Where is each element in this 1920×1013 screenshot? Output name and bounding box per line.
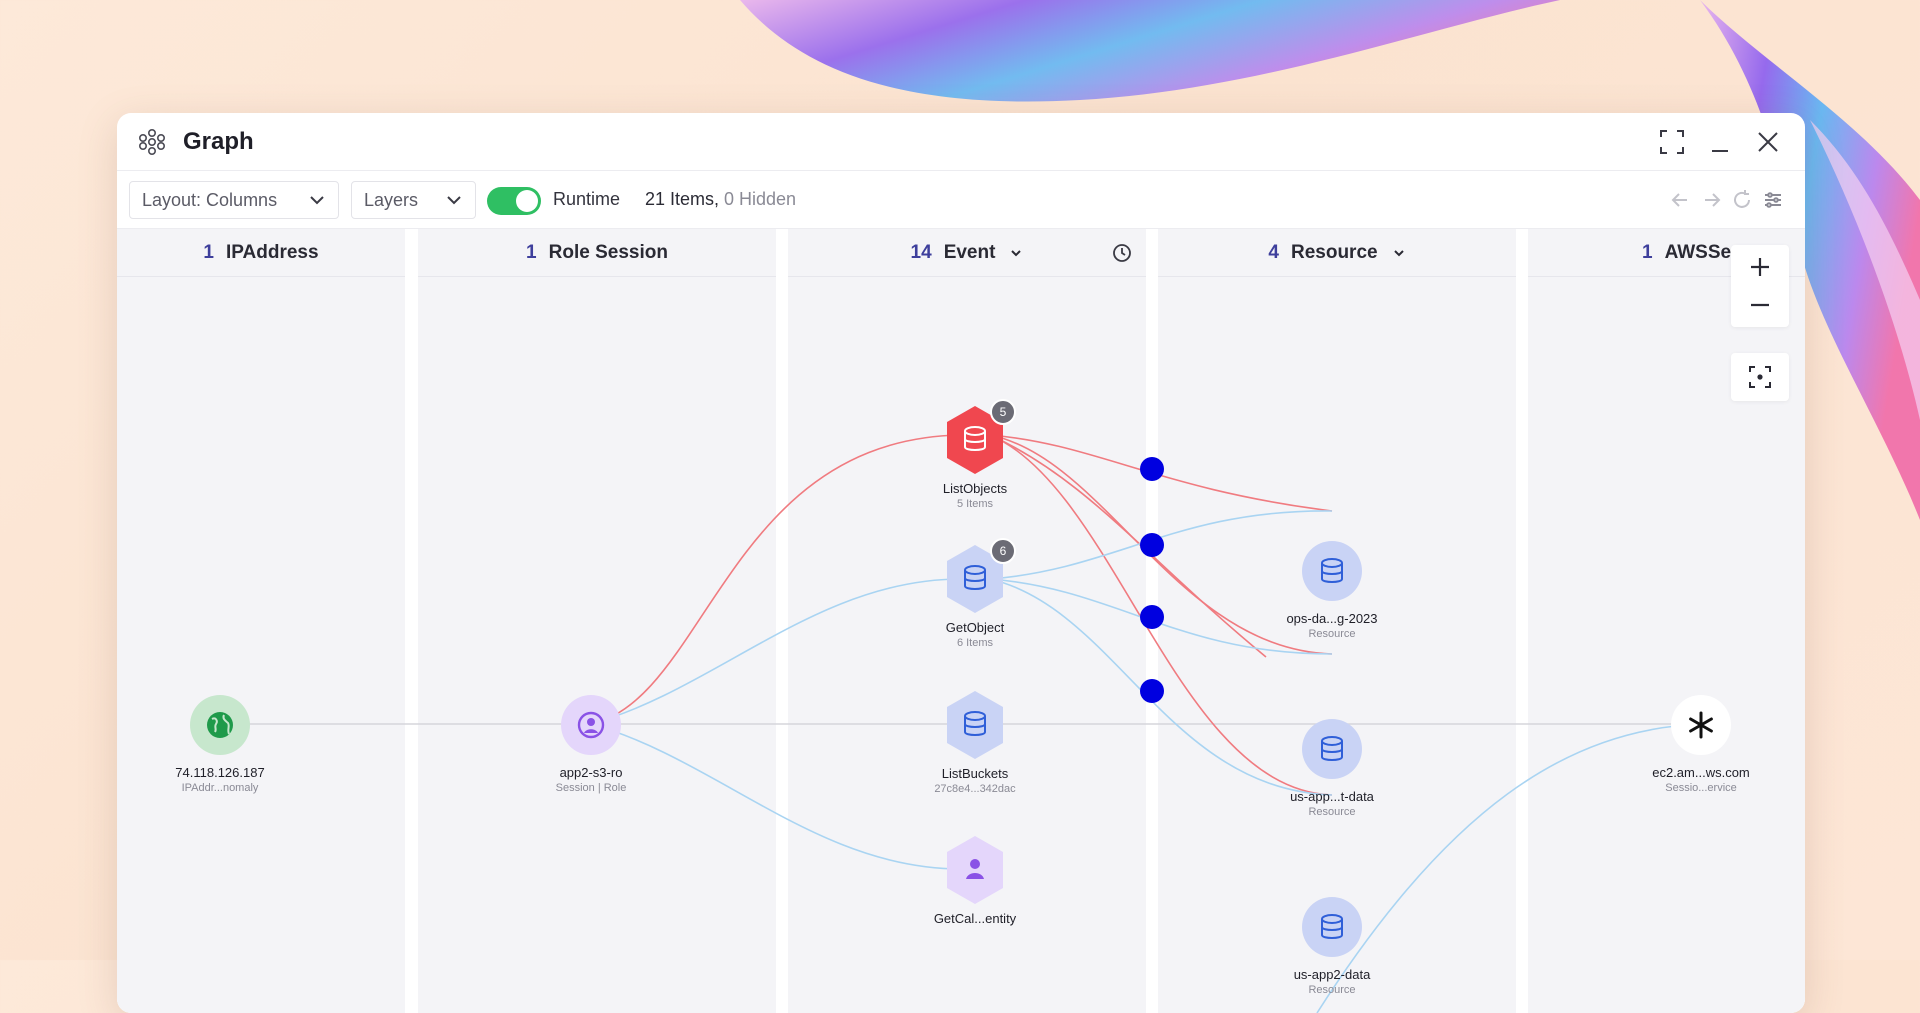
graph-window: Graph Layout: Columns Layers Runtime 21 … bbox=[117, 113, 1805, 1013]
asterisk-service-icon bbox=[1671, 695, 1731, 755]
layout-dropdown-label: Layout: Columns bbox=[142, 189, 278, 210]
edge-junction[interactable] bbox=[1140, 605, 1164, 629]
forward-arrow-icon[interactable] bbox=[1701, 189, 1723, 211]
toolbar: Layout: Columns Layers Runtime 21 Items,… bbox=[117, 171, 1805, 229]
refresh-icon[interactable] bbox=[1731, 189, 1753, 211]
node-list-buckets[interactable]: ListBuckets 27c8e4...342dac bbox=[910, 690, 1040, 795]
minimize-icon[interactable] bbox=[1705, 127, 1735, 157]
graph-cluster-icon bbox=[138, 128, 165, 155]
layout-dropdown[interactable]: Layout: Columns bbox=[129, 181, 339, 219]
node-sublabel: IPAddr...nomaly bbox=[181, 782, 259, 794]
zoom-in-icon[interactable] bbox=[1746, 253, 1774, 281]
toggle-knob bbox=[516, 190, 538, 212]
node-resource-us-app2-data[interactable]: us-app2-data Resource bbox=[1267, 897, 1397, 996]
node-sublabel: Sessio...ervice bbox=[1665, 782, 1737, 794]
node-sublabel: Resource bbox=[1308, 984, 1356, 996]
node-sublabel: Session | Role bbox=[555, 782, 627, 794]
node-label: app2-s3-ro bbox=[559, 765, 623, 780]
database-icon bbox=[947, 691, 1003, 759]
node-label: us-app2-data bbox=[1293, 967, 1371, 982]
edge-junction[interactable] bbox=[1140, 457, 1164, 481]
title-bar: Graph bbox=[117, 113, 1805, 171]
hidden-count[interactable]: 0 Hidden bbox=[724, 189, 796, 210]
node-sublabel: Resource bbox=[1308, 628, 1356, 640]
node-sublabel: Resource bbox=[1308, 806, 1356, 818]
runtime-toggle[interactable] bbox=[487, 187, 541, 215]
database-icon bbox=[1302, 719, 1362, 779]
close-icon[interactable] bbox=[1753, 127, 1783, 157]
user-circle-icon bbox=[561, 695, 621, 755]
chevron-down-icon bbox=[310, 196, 324, 205]
node-label: ListBuckets bbox=[941, 766, 1009, 781]
node-label: us-app...t-data bbox=[1290, 789, 1374, 804]
edge-session-listobjects[interactable] bbox=[590, 434, 962, 725]
layers-dropdown-label: Layers bbox=[364, 189, 419, 210]
window-title: Graph bbox=[183, 128, 254, 155]
edge-junction[interactable] bbox=[1140, 533, 1164, 557]
node-sublabel: 6 Items bbox=[956, 637, 994, 649]
node-count-badge: 6 bbox=[990, 538, 1016, 564]
node-label: ops-da...g-2023 bbox=[1286, 611, 1378, 626]
node-label: ListObjects bbox=[942, 481, 1008, 496]
node-sublabel: 27c8e4...342dac bbox=[934, 783, 1016, 795]
node-count-badge: 5 bbox=[990, 399, 1016, 425]
database-icon bbox=[1302, 897, 1362, 957]
runtime-label: Runtime bbox=[553, 189, 621, 209]
fullscreen-icon[interactable] bbox=[1657, 127, 1687, 157]
database-icon bbox=[1302, 541, 1362, 601]
zoom-controls bbox=[1731, 245, 1789, 327]
fit-view-icon bbox=[1749, 366, 1771, 388]
node-aws-service-ec2[interactable]: ec2.am...ws.com Sessio...ervice bbox=[1636, 695, 1766, 794]
items-count: 21 Items, bbox=[645, 189, 720, 209]
globe-icon bbox=[190, 695, 250, 755]
node-label: ec2.am...ws.com bbox=[1652, 765, 1750, 780]
zoom-out-icon[interactable] bbox=[1746, 291, 1774, 319]
back-arrow-icon[interactable] bbox=[1669, 189, 1691, 211]
edge-junction[interactable] bbox=[1140, 679, 1164, 703]
node-label: 74.118.126.187 bbox=[175, 765, 265, 780]
node-get-caller-identity[interactable]: GetCal...entity bbox=[910, 835, 1040, 926]
node-sublabel: 5 Items bbox=[956, 498, 994, 510]
node-ip-address[interactable]: 74.118.126.187 IPAddr...nomaly bbox=[155, 695, 285, 794]
chevron-down-icon bbox=[447, 196, 461, 205]
node-resource-us-app-t-data[interactable]: us-app...t-data Resource bbox=[1267, 719, 1397, 818]
node-label: GetCal...entity bbox=[933, 911, 1017, 926]
node-resource-ops-data[interactable]: ops-da...g-2023 Resource bbox=[1267, 541, 1397, 640]
node-get-object[interactable]: 6 GetObject 6 Items bbox=[910, 538, 1040, 649]
node-label: GetObject bbox=[945, 620, 1005, 635]
graph-canvas[interactable]: 1 IPAddress 1 Role Session 14 Event 4 Re… bbox=[117, 229, 1805, 1013]
node-role-session[interactable]: app2-s3-ro Session | Role bbox=[526, 695, 656, 794]
user-icon bbox=[947, 836, 1003, 904]
filter-sliders-icon[interactable] bbox=[1762, 189, 1784, 211]
layers-dropdown[interactable]: Layers bbox=[351, 181, 476, 219]
node-list-objects[interactable]: 5 ListObjects 5 Items bbox=[910, 399, 1040, 510]
fit-to-view-button[interactable] bbox=[1731, 353, 1789, 401]
